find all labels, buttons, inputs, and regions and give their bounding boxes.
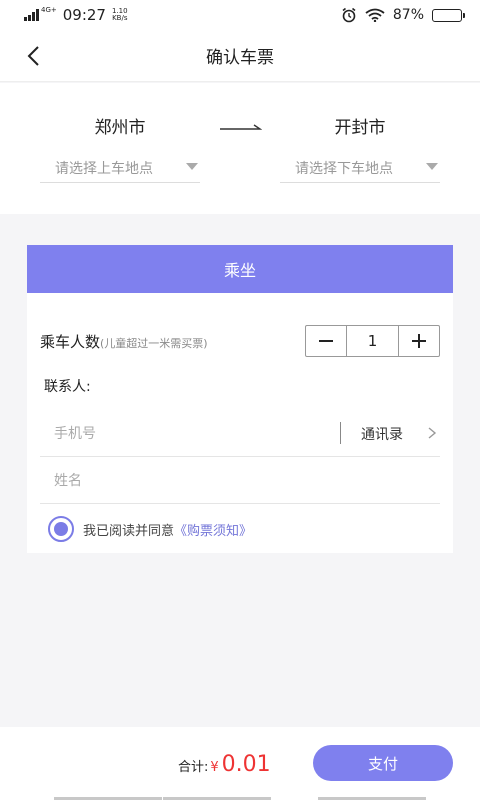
passenger-count-value[interactable]: 1 bbox=[346, 326, 399, 356]
nav-bar: 确认车票 bbox=[0, 30, 480, 82]
passenger-count-row: 乘车人数(儿童超过一米需买票) 1 bbox=[27, 325, 453, 357]
total-price: 合计: ¥ 0.01 bbox=[178, 752, 271, 777]
boarding-point-placeholder: 请选择上车地点 bbox=[55, 160, 153, 177]
ride-card-header: 乘坐 bbox=[27, 245, 453, 293]
decrement-button[interactable] bbox=[306, 326, 346, 356]
departure-city: 郑州市 bbox=[94, 118, 146, 138]
radio-checked-icon bbox=[54, 522, 68, 536]
agreement-row: 我已阅读并同意 《购票须知》 bbox=[48, 516, 252, 542]
passenger-count-label: 乘车人数(儿童超过一米需买票) bbox=[40, 331, 208, 352]
caret-down-icon bbox=[426, 163, 438, 170]
phone-field[interactable]: 手机号 通讯录 bbox=[40, 410, 440, 457]
ticket-notice-link[interactable]: 《购票须知》 bbox=[174, 520, 252, 539]
alarm-icon bbox=[342, 7, 356, 23]
name-placeholder: 姓名 bbox=[54, 473, 82, 489]
chevron-left-icon[interactable] bbox=[22, 44, 46, 68]
status-bar: 4G+ 09:27 1.10 KB/s 87% bbox=[0, 0, 480, 30]
network-type: 4G+ bbox=[41, 6, 57, 14]
bottom-bar: 合计: ¥ 0.01 支付 bbox=[0, 727, 480, 800]
pay-button[interactable]: 支付 bbox=[313, 745, 453, 781]
passenger-count-hint: (儿童超过一米需买票) bbox=[100, 337, 208, 350]
increment-button[interactable] bbox=[399, 326, 439, 356]
phone-placeholder: 手机号 bbox=[54, 426, 96, 442]
arrival-city: 开封市 bbox=[334, 118, 386, 138]
total-label: 合计: bbox=[178, 760, 209, 775]
minus-icon bbox=[319, 340, 333, 342]
agree-radio[interactable] bbox=[48, 516, 74, 542]
chevron-right-icon[interactable] bbox=[426, 427, 438, 439]
boarding-point-select[interactable]: 请选择上车地点 bbox=[40, 153, 200, 183]
quantity-stepper: 1 bbox=[305, 325, 440, 357]
wifi-icon bbox=[365, 8, 385, 22]
route-section: 郑州市 开封市 请选择上车地点 请选择下车地点 bbox=[0, 83, 480, 214]
dropoff-point-placeholder: 请选择下车地点 bbox=[295, 160, 393, 177]
caret-down-icon bbox=[186, 163, 198, 170]
network-speed-unit: KB/s bbox=[112, 14, 128, 22]
name-field[interactable]: 姓名 bbox=[40, 457, 440, 504]
signal-icon bbox=[24, 9, 39, 21]
ride-card: 乘坐 乘车人数(儿童超过一米需买票) 1 联系人: 手机号 通讯录 姓名 我已阅… bbox=[27, 245, 453, 553]
dropoff-point-select[interactable]: 请选择下车地点 bbox=[280, 153, 440, 183]
total-amount: 0.01 bbox=[221, 752, 271, 777]
network-speed: 1.10 KB/s bbox=[112, 8, 128, 22]
clock: 09:27 bbox=[62, 6, 106, 24]
battery-icon bbox=[432, 8, 465, 22]
address-book-button[interactable]: 通讯录 bbox=[361, 424, 403, 444]
currency-symbol: ¥ bbox=[210, 760, 219, 775]
plus-icon bbox=[412, 334, 426, 348]
contact-label: 联系人: bbox=[44, 379, 91, 395]
divider bbox=[340, 422, 341, 444]
passenger-count-text: 乘车人数 bbox=[40, 333, 101, 351]
page-title: 确认车票 bbox=[206, 48, 274, 68]
agree-text: 我已阅读并同意 bbox=[83, 523, 175, 539]
route-arrow-icon bbox=[220, 124, 262, 130]
battery-percent: 87% bbox=[392, 7, 424, 23]
